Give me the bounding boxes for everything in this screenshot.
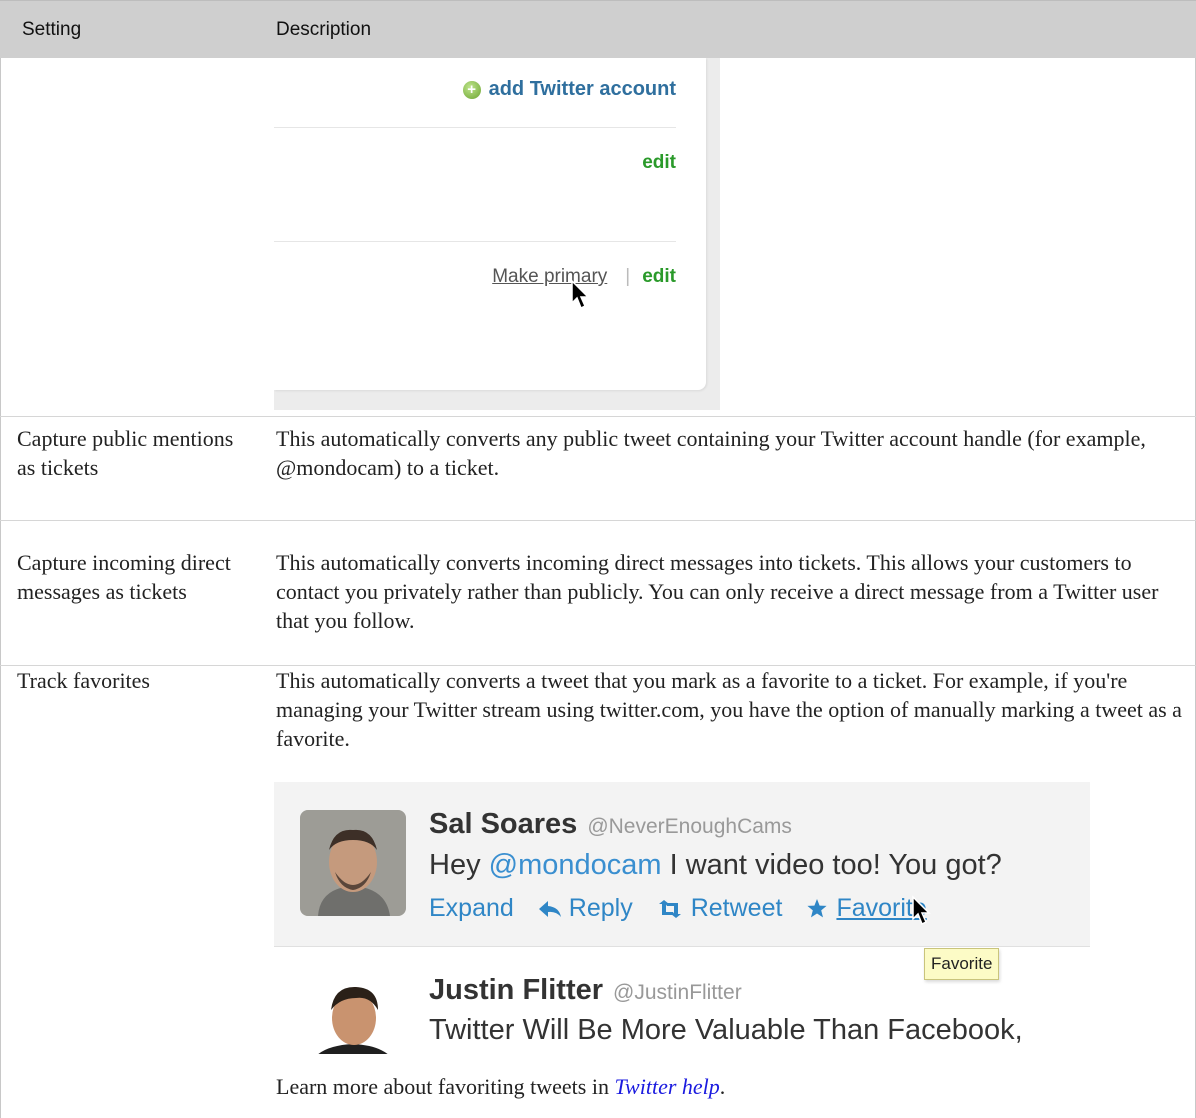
- avatar-image: [304, 974, 402, 1054]
- tweet-author-handle: @NeverEnoughCams: [587, 815, 792, 838]
- retweet-action[interactable]: Retweet: [657, 894, 783, 923]
- tweet-author-name: Sal Soares: [429, 808, 578, 840]
- retweet-label: Retweet: [690, 894, 783, 922]
- learn-more-prefix: Learn more about favoriting tweets in: [276, 1074, 615, 1099]
- table-header: Setting Description: [0, 0, 1196, 58]
- reply-label: Reply: [568, 894, 633, 922]
- add-twitter-account-label: add Twitter account: [488, 78, 676, 100]
- description-column-header: Description: [276, 19, 372, 40]
- favorite-tooltip: Favorite: [924, 948, 1000, 980]
- setting-capture-public-mentions: Capture public mentions as tickets: [17, 426, 234, 480]
- avatar: [300, 810, 406, 916]
- avatar-image: [300, 810, 406, 916]
- tweet-text: Hey @mondocam I want video too! You got?: [429, 849, 1002, 882]
- mouse-cursor-icon: [912, 895, 931, 926]
- tweet-author-handle: @JustinFlitter: [613, 981, 742, 1004]
- tweet-author[interactable]: Sal Soares @NeverEnoughCams: [429, 808, 792, 841]
- favorite-action[interactable]: Favorite: [806, 894, 927, 923]
- description-capture-direct-messages: This automatically converts incoming dir…: [276, 550, 1159, 633]
- edit-link[interactable]: edit: [642, 266, 676, 288]
- add-circle-icon: +: [462, 80, 481, 99]
- tweet-author[interactable]: Justin Flitter @JustinFlitter: [429, 974, 742, 1007]
- description-capture-public-mentions: This automatically converts any public t…: [276, 426, 1146, 480]
- add-twitter-account-link[interactable]: + add Twitter account: [462, 78, 676, 101]
- retweet-icon: [658, 899, 681, 918]
- separator: |: [625, 266, 631, 287]
- description-track-favorites: This automatically converts a tweet that…: [276, 668, 1182, 751]
- twitter-help-link[interactable]: Twitter help: [614, 1074, 719, 1099]
- learn-more-suffix: .: [719, 1074, 726, 1099]
- mouse-cursor-icon: [571, 279, 590, 310]
- row-divider: [0, 520, 1196, 521]
- tweet-actions: Expand Reply Retweet Favorite: [429, 894, 927, 923]
- setting-column-header: Setting: [22, 19, 82, 40]
- twitter-accounts-screenshot: + add Twitter account edit Make primary …: [274, 58, 720, 410]
- row-divider: [0, 416, 1196, 417]
- tweet-text: Twitter Will Be More Valuable Than Faceb…: [429, 1014, 1023, 1046]
- accounts-card: + add Twitter account edit Make primary …: [274, 58, 706, 390]
- divider: [274, 127, 676, 128]
- setting-track-favorites: Track favorites: [17, 668, 150, 693]
- expand-link[interactable]: Expand: [429, 894, 514, 923]
- divider: [274, 241, 676, 242]
- setting-capture-direct-messages: Capture incoming direct messages as tick…: [17, 550, 231, 604]
- tweet-text-end: I want video too! You got?: [661, 849, 1002, 881]
- tweets-screenshot: Sal Soares @NeverEnoughCams Hey @mondocam…: [274, 782, 1090, 1054]
- avatar: [304, 974, 402, 1054]
- edit-link[interactable]: edit: [642, 152, 676, 174]
- table-left-border: [0, 58, 1, 1118]
- tweet-author-name: Justin Flitter: [429, 974, 604, 1006]
- tweet-text-start: Hey: [429, 849, 489, 881]
- reply-action[interactable]: Reply: [538, 894, 633, 923]
- learn-more-text: Learn more about favoriting tweets in Tw…: [276, 1072, 1186, 1101]
- mention-link[interactable]: @mondocam: [489, 849, 662, 881]
- star-icon: [807, 899, 828, 918]
- reply-arrow-icon: [538, 900, 561, 917]
